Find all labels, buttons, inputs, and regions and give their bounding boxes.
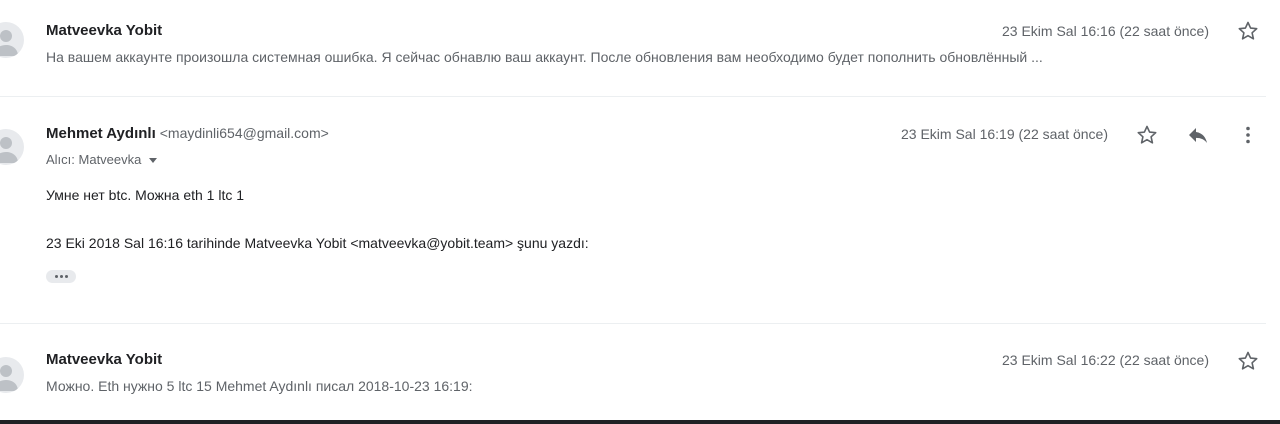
more-vert-icon[interactable] [1236,123,1260,147]
sender-email: <maydinli654@gmail.com> [159,125,329,141]
avatar [0,357,24,393]
sender-display-name: Mehmet Aydınlı [46,125,156,142]
star-icon[interactable] [1236,19,1260,43]
quote-header: 23 Eki 2018 Sal 16:16 tarihinde Matveevk… [46,235,589,251]
chevron-down-icon[interactable] [149,158,158,164]
sender-name: Mehmet Aydınlı <maydinli654@gmail.com> [46,125,329,142]
recipient-details[interactable]: Alıcı: Matveevka [46,152,158,167]
message-snippet: На вашем аккаунте произошла системная ош… [46,49,1043,65]
message-body-line: Умне нет btc. Можна eth 1 ltc 1 [46,187,245,203]
star-icon[interactable] [1135,123,1159,147]
message-date: 23 Ekim Sal 16:19 (22 saat önce) [900,126,1108,142]
message-date: 23 Ekim Sal 16:16 (22 saat önce) [1001,23,1209,39]
avatar [0,129,24,165]
reply-icon[interactable] [1186,123,1210,147]
avatar [0,22,24,58]
message-expanded: Mehmet Aydınlı <maydinli654@gmail.com> 23… [0,97,1280,323]
sender-name: Matveevka Yobit [46,351,163,368]
star-icon[interactable] [1236,349,1260,373]
show-trimmed-content-icon[interactable] [46,270,76,283]
recipient-label: Alıcı: Matveevka [46,152,142,167]
message-collapsed-1[interactable]: Matveevka Yobit 23 Ekim Sal 16:16 (22 sa… [0,0,1280,96]
message-snippet: Можно. Eth нужно 5 ltc 15 Mehmet Aydınlı… [46,378,473,394]
person-avatar-icon [0,30,18,56]
person-avatar-icon [0,137,18,163]
message-collapsed-2[interactable]: Matveevka Yobit 23 Ekim Sal 16:22 (22 sa… [0,324,1280,420]
message-date: 23 Ekim Sal 16:22 (22 saat önce) [1001,352,1209,368]
person-avatar-icon [0,365,18,391]
sender-name: Matveevka Yobit [46,22,163,39]
window-bottom-edge [0,420,1280,424]
